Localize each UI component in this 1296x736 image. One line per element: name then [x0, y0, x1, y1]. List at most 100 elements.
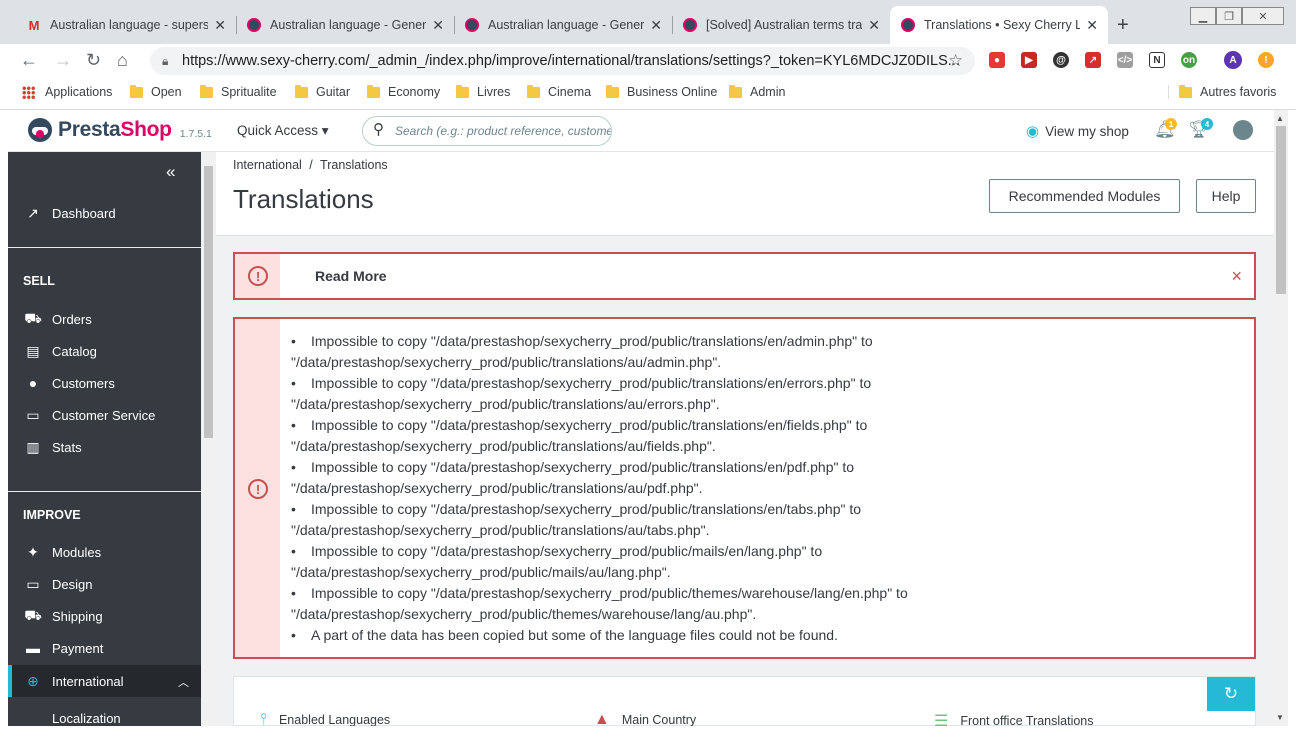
- chat-icon: ▭: [26, 406, 40, 423]
- sidebar-item-shipping[interactable]: ⛟ Shipping: [8, 600, 201, 632]
- sidebar-item-payment[interactable]: ▬ Payment: [8, 632, 201, 664]
- sidebar-item-stats[interactable]: ▥ Stats: [8, 431, 201, 463]
- page-toolbar: International / Translations Translation…: [216, 152, 1274, 236]
- close-tab-icon[interactable]: ✕: [214, 17, 226, 34]
- bookmark-folder[interactable]: Open: [130, 84, 182, 99]
- breadcrumb-parent[interactable]: International: [233, 158, 302, 172]
- close-icon[interactable]: ×: [1231, 266, 1242, 287]
- admin-header: PrestaShop 1.7.5.1 Quick Access ▾ ⚲ Sear…: [8, 110, 1274, 152]
- main-content: ! Read More × ! Impossible to copy "/dat…: [216, 236, 1274, 730]
- sidebar-item-orders[interactable]: ⛟ Orders: [8, 303, 201, 335]
- bookmark-star-icon[interactable]: ☆: [948, 51, 963, 71]
- close-tab-icon[interactable]: ✕: [1086, 17, 1098, 34]
- profile-avatar[interactable]: A: [1224, 51, 1242, 69]
- bookmark-folder[interactable]: Livres: [456, 84, 510, 99]
- error-circle-icon: !: [248, 479, 268, 499]
- quick-access-dropdown[interactable]: Quick Access ▾: [237, 123, 329, 139]
- search-placeholder: Search (e.g.: product reference, custome…: [395, 124, 611, 138]
- sidebar-item-catalog[interactable]: ▤ Catalog: [8, 335, 201, 367]
- help-button[interactable]: Help: [1196, 179, 1256, 213]
- view-shop-link[interactable]: ◉ View my shop: [1026, 122, 1129, 140]
- sidebar-item-dashboard[interactable]: ↗ Dashboard: [8, 197, 201, 229]
- extension-icon[interactable]: on: [1181, 52, 1197, 68]
- browser-tab-1[interactable]: M Australian language - supersi ✕: [16, 6, 236, 44]
- bookmark-applications[interactable]: Applications: [22, 85, 112, 99]
- improve-section-title: IMPROVE: [23, 508, 81, 522]
- desktop-icon: ▭: [26, 575, 40, 592]
- folder-icon: [130, 84, 143, 98]
- account-circle-icon: ●: [28, 375, 38, 391]
- close-tab-icon[interactable]: ✕: [432, 17, 444, 34]
- update-icon[interactable]: !: [1258, 52, 1274, 68]
- page-title: Translations: [233, 184, 374, 214]
- error-item: Impossible to copy "/data/prestashop/sex…: [291, 415, 1241, 457]
- error-item: Impossible to copy "/data/prestashop/sex…: [291, 541, 1241, 583]
- lock-icon: 🔒︎: [162, 54, 169, 68]
- prestashop-icon: [246, 17, 262, 33]
- sidebar-item-international[interactable]: ⊕ International ︿: [8, 665, 201, 697]
- sidebar-item-design[interactable]: ▭ Design: [8, 568, 201, 600]
- folder-icon: [456, 84, 469, 98]
- sidebar-item-customer-service[interactable]: ▭ Customer Service: [8, 399, 201, 431]
- home-icon[interactable]: ⌂: [117, 50, 128, 71]
- prestashop-icon: [464, 17, 480, 33]
- maximize-icon[interactable]: ❐: [1216, 7, 1242, 25]
- folder-icon: [606, 84, 619, 98]
- close-tab-icon[interactable]: ✕: [650, 17, 662, 34]
- error-item: Impossible to copy "/data/prestashop/sex…: [291, 499, 1241, 541]
- bookmark-folder[interactable]: Guitar: [295, 84, 350, 99]
- new-tab-icon[interactable]: +: [1117, 14, 1129, 37]
- close-window-icon[interactable]: ✕: [1242, 7, 1284, 25]
- address-bar-row: ← → ↻ ⌂ 🔒︎ https://www.sexy-cherry.com/_…: [0, 44, 1296, 78]
- sidebar-item-customers[interactable]: ● Customers: [8, 367, 201, 399]
- eye-icon: ◉: [1026, 123, 1040, 140]
- sidebar-subitem-localization[interactable]: Localization: [8, 702, 201, 726]
- close-tab-icon[interactable]: ✕: [868, 17, 880, 34]
- browser-tab-active[interactable]: Translations • Sexy Cherry Lin ✕: [890, 6, 1108, 44]
- store-icon: ▤: [26, 342, 40, 359]
- search-input[interactable]: ⚲ Search (e.g.: product reference, custo…: [362, 116, 612, 146]
- collapse-sidebar-icon[interactable]: «: [166, 162, 175, 182]
- trending-up-icon: ↗: [27, 204, 39, 221]
- sidebar-nav: « ↗ Dashboard SELL ⛟ Orders ▤ Catalog ● Cus…: [8, 152, 201, 726]
- sidebar-item-modules[interactable]: ✦ Modules: [8, 536, 201, 568]
- tab-title: Australian language - Genera: [488, 18, 645, 32]
- url-field[interactable]: 🔒︎ https://www.sexy-cherry.com/_admin_/i…: [150, 47, 975, 75]
- back-icon[interactable]: ←: [20, 50, 38, 71]
- employee-avatar-icon[interactable]: [1233, 120, 1253, 140]
- bookmark-folder[interactable]: Admin: [729, 84, 785, 99]
- extension-icon[interactable]: @: [1053, 52, 1069, 68]
- translation-stats-card: ↻ ⫯ Enabled Languages ▲ Main Country ☰ F…: [233, 676, 1256, 730]
- adblock-extension-icon[interactable]: ●: [989, 52, 1005, 68]
- bookmark-folder[interactable]: Spritualite: [200, 84, 277, 99]
- sidebar-scrollbar[interactable]: [201, 152, 216, 726]
- browser-tab-2[interactable]: Australian language - Genera ✕: [236, 6, 454, 44]
- refresh-button[interactable]: ↻: [1207, 677, 1255, 711]
- tab-title: [Solved] Australian terms tran: [706, 18, 863, 32]
- search-icon: ⚲: [373, 121, 384, 138]
- browser-tab-3[interactable]: Australian language - Genera ✕: [454, 6, 672, 44]
- truck-icon: ⛟: [24, 606, 42, 623]
- folder-icon: [729, 84, 742, 98]
- folder-icon: [295, 84, 308, 98]
- read-more-link[interactable]: Read More: [315, 268, 387, 284]
- other-bookmarks[interactable]: Autres favoris: [1168, 84, 1276, 99]
- forward-icon[interactable]: →: [54, 50, 72, 71]
- extension-icon[interactable]: ▶: [1021, 52, 1037, 68]
- error-alert: ! Impossible to copy "/data/prestashop/s…: [233, 317, 1256, 659]
- prestashop-icon: [682, 17, 698, 33]
- bookmark-folder[interactable]: Business Online: [606, 84, 717, 99]
- bookmark-folder[interactable]: Economy: [367, 84, 440, 99]
- browser-tab-4[interactable]: [Solved] Australian terms tran ✕: [672, 6, 890, 44]
- chevron-up-icon: ︿: [178, 677, 189, 689]
- minimize-icon[interactable]: ▁: [1190, 7, 1216, 25]
- page-scrollbar[interactable]: ▲ ▼: [1274, 110, 1288, 726]
- bookmark-folder[interactable]: Cinema: [527, 84, 591, 99]
- extension-icon[interactable]: N: [1149, 52, 1165, 68]
- reload-icon[interactable]: ↻: [86, 50, 101, 71]
- extension-icon[interactable]: ↗: [1085, 52, 1101, 68]
- code-extension-icon[interactable]: </>: [1117, 52, 1133, 68]
- error-item: Impossible to copy "/data/prestashop/sex…: [291, 373, 1241, 415]
- recommended-modules-button[interactable]: Recommended Modules: [989, 179, 1180, 213]
- prestashop-logo[interactable]: PrestaShop 1.7.5.1: [28, 118, 212, 142]
